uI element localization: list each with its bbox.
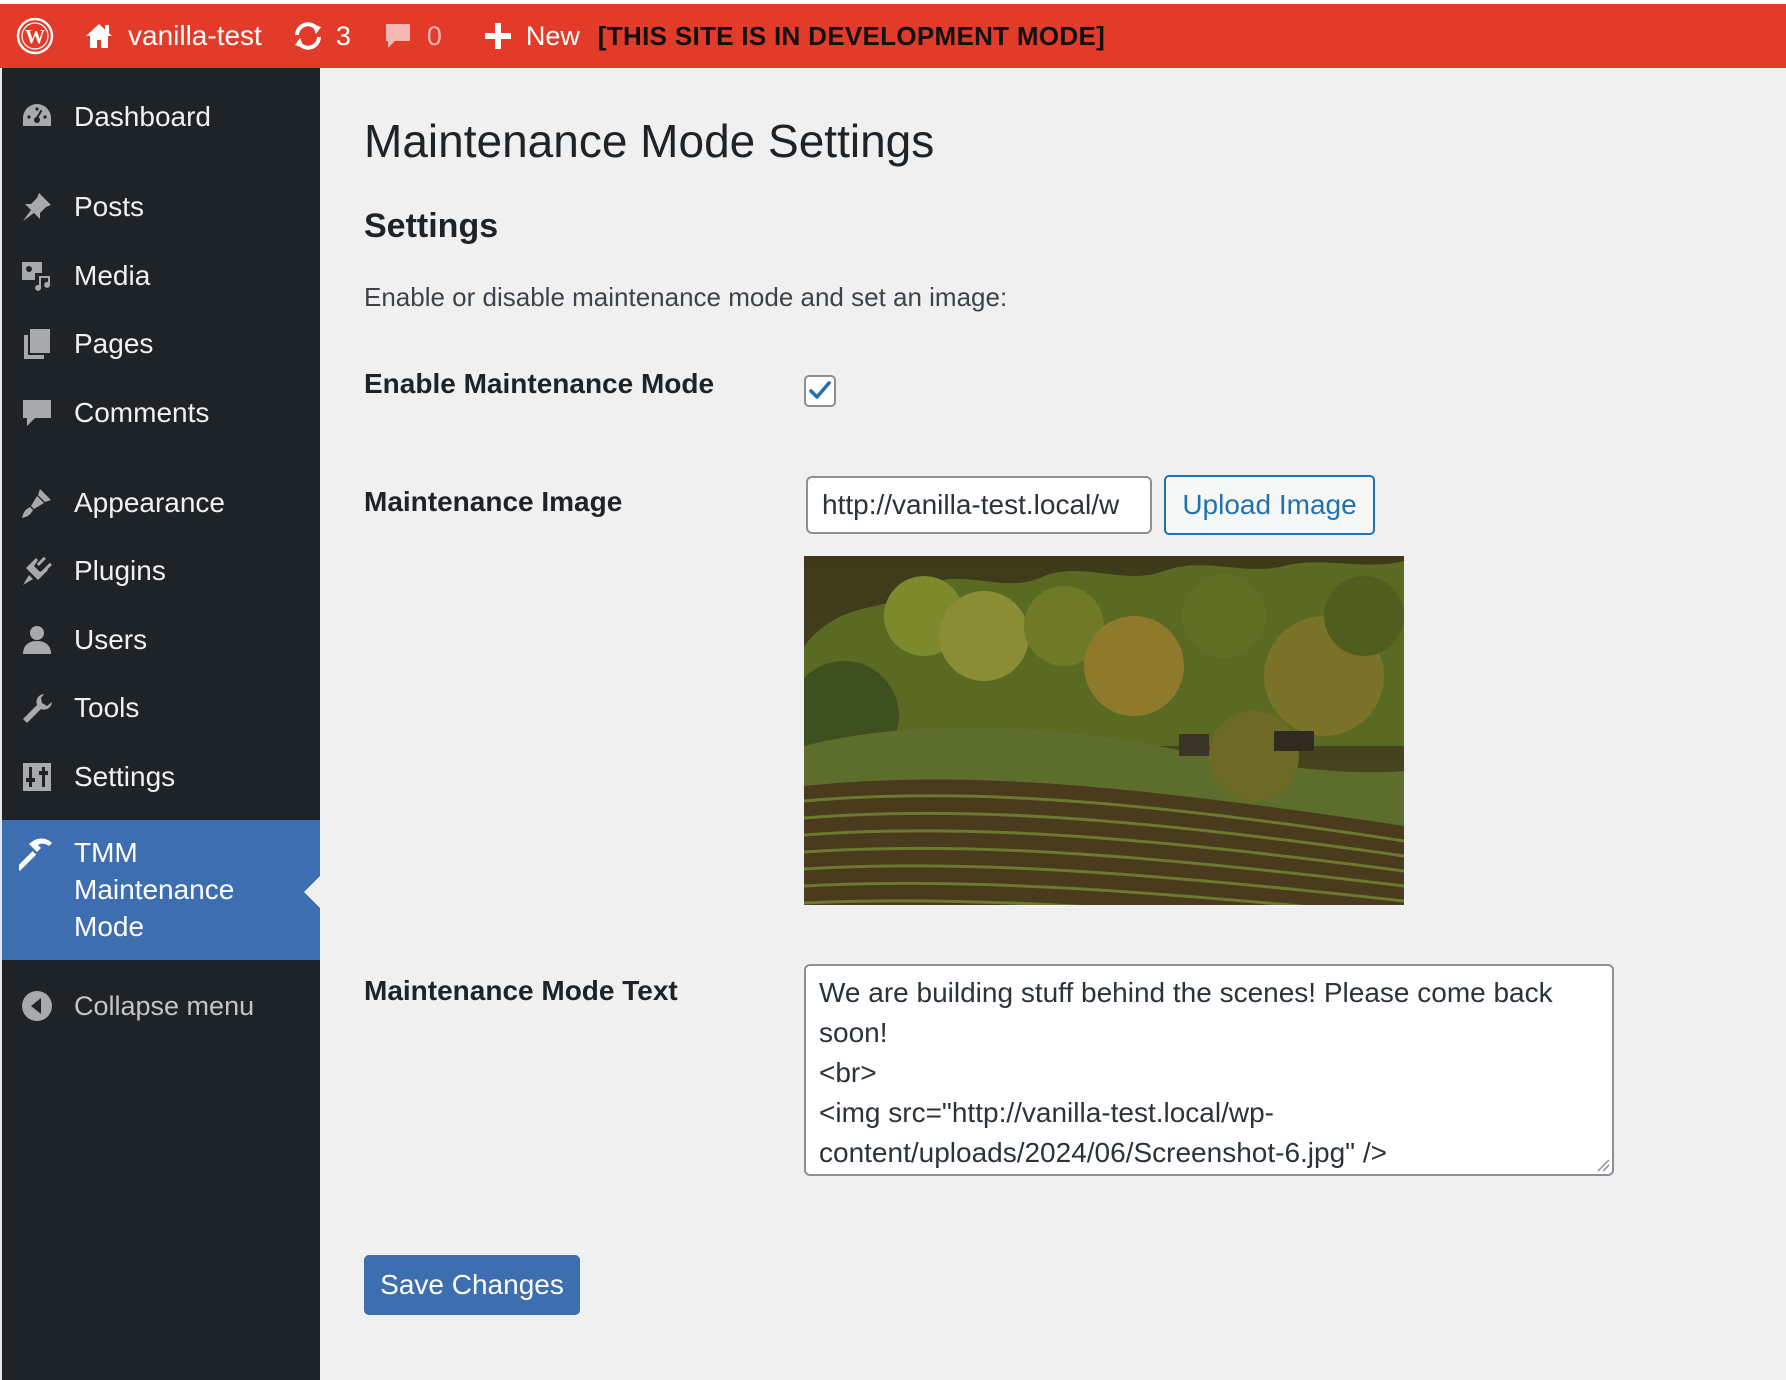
wordpress-logo-icon: W <box>16 17 54 55</box>
sidebar-item-label: Dashboard <box>74 101 211 132</box>
sidebar-item-media[interactable]: Media <box>2 248 320 304</box>
sidebar-item-label: Media <box>74 260 151 291</box>
plugin-icon <box>19 553 55 589</box>
main-content: Maintenance Mode Settings Settings Enabl… <box>320 68 1786 1380</box>
media-icon <box>19 258 55 294</box>
refresh-icon <box>294 22 321 50</box>
pin-icon <box>19 189 55 225</box>
updates-count: 3 <box>335 20 351 51</box>
section-title: Settings <box>364 207 499 245</box>
sidebar-item-comments[interactable]: Comments <box>2 385 320 441</box>
wordpress-logo-button[interactable]: W <box>0 4 70 68</box>
plus-icon <box>484 23 511 49</box>
maintenance-text-textarea[interactable]: We are building stuff behind the scenes!… <box>804 964 1614 1176</box>
enable-maintenance-label: Enable Maintenance Mode <box>364 368 715 399</box>
checkmark-icon <box>809 381 831 399</box>
collapse-menu-label: Collapse menu <box>74 990 255 1021</box>
sidebar-item-appearance[interactable]: Appearance <box>2 475 320 531</box>
sidebar-item-label: Pages <box>74 328 154 359</box>
current-label-line-3: Mode <box>74 911 145 942</box>
page-title: Maintenance Mode Settings <box>364 115 935 167</box>
sidebar-item-posts[interactable]: Posts <box>2 179 320 235</box>
maintenance-image-label: Maintenance Image <box>364 486 623 517</box>
sidebar-item-settings[interactable]: Settings <box>2 749 320 805</box>
dashboard-icon <box>19 99 55 135</box>
comment-bubble-icon <box>385 24 410 48</box>
sidebar-item-label: Users <box>74 624 148 655</box>
sidebar-item-label: Appearance <box>74 487 226 518</box>
pages-icon <box>19 326 55 362</box>
maintenance-image-preview <box>804 556 1404 905</box>
admin-bar: W vanilla-test 3 0 New [THIS SITE IS IN … <box>0 0 1786 68</box>
collapse-menu-button[interactable]: Collapse menu <box>2 978 320 1034</box>
maintenance-text-value: We are building stuff behind the scenes!… <box>819 977 1553 1168</box>
sidebar-item-label: Comments <box>74 397 210 428</box>
user-icon <box>19 622 55 658</box>
dev-mode-notice: [THIS SITE IS IN DEVELOPMENT MODE] <box>597 20 1106 51</box>
svg-text:W: W <box>25 26 45 48</box>
sidebar-item-label: Tools <box>74 692 140 723</box>
sidebar-item-label: TMM Maintenance Mode <box>74 834 234 945</box>
site-name: vanilla-test <box>128 20 262 51</box>
hammer-icon <box>19 835 55 871</box>
comments-count: 0 <box>426 20 442 51</box>
settings-sliders-icon <box>19 759 55 795</box>
sidebar-item-label: Plugins <box>74 555 166 586</box>
wrench-icon <box>19 690 55 726</box>
sidebar-item-dashboard[interactable]: Dashboard <box>2 88 320 146</box>
paintbrush-icon <box>19 485 55 521</box>
image-url-input[interactable]: http://vanilla-test.local/w <box>806 476 1152 534</box>
sidebar-item-label: Settings <box>74 761 176 792</box>
sidebar-item-plugins[interactable]: Plugins <box>2 543 320 599</box>
section-description: Enable or disable maintenance mode and s… <box>364 282 1008 312</box>
admin-sidebar: Dashboard Posts Media Pages Comments App… <box>0 68 320 1380</box>
current-item-arrow <box>304 876 320 908</box>
site-name-link[interactable]: vanilla-test <box>84 4 262 68</box>
save-changes-button[interactable]: Save Changes <box>364 1255 580 1315</box>
new-content-link[interactable]: New <box>484 4 580 68</box>
comments-link[interactable]: 0 <box>383 4 442 68</box>
sidebar-item-tmm-maintenance-mode[interactable]: TMM Maintenance Mode <box>2 820 320 960</box>
current-label-line-2: Maintenance <box>74 874 235 905</box>
home-icon <box>86 24 112 48</box>
enable-maintenance-checkbox[interactable] <box>804 375 836 407</box>
sidebar-item-users[interactable]: Users <box>2 612 320 668</box>
sidebar-item-tools[interactable]: Tools <box>2 680 320 736</box>
upload-image-button[interactable]: Upload Image <box>1164 475 1375 535</box>
resize-grip-icon[interactable] <box>1596 1158 1610 1172</box>
current-label-line-1: TMM <box>74 837 138 868</box>
sidebar-item-pages[interactable]: Pages <box>2 316 320 372</box>
sidebar-item-label: Posts <box>74 191 145 222</box>
collapse-arrow-icon <box>19 988 55 1024</box>
maintenance-text-label: Maintenance Mode Text <box>364 975 678 1006</box>
updates-link[interactable]: 3 <box>292 4 351 68</box>
comment-icon <box>19 395 55 431</box>
new-label: New <box>525 20 580 51</box>
